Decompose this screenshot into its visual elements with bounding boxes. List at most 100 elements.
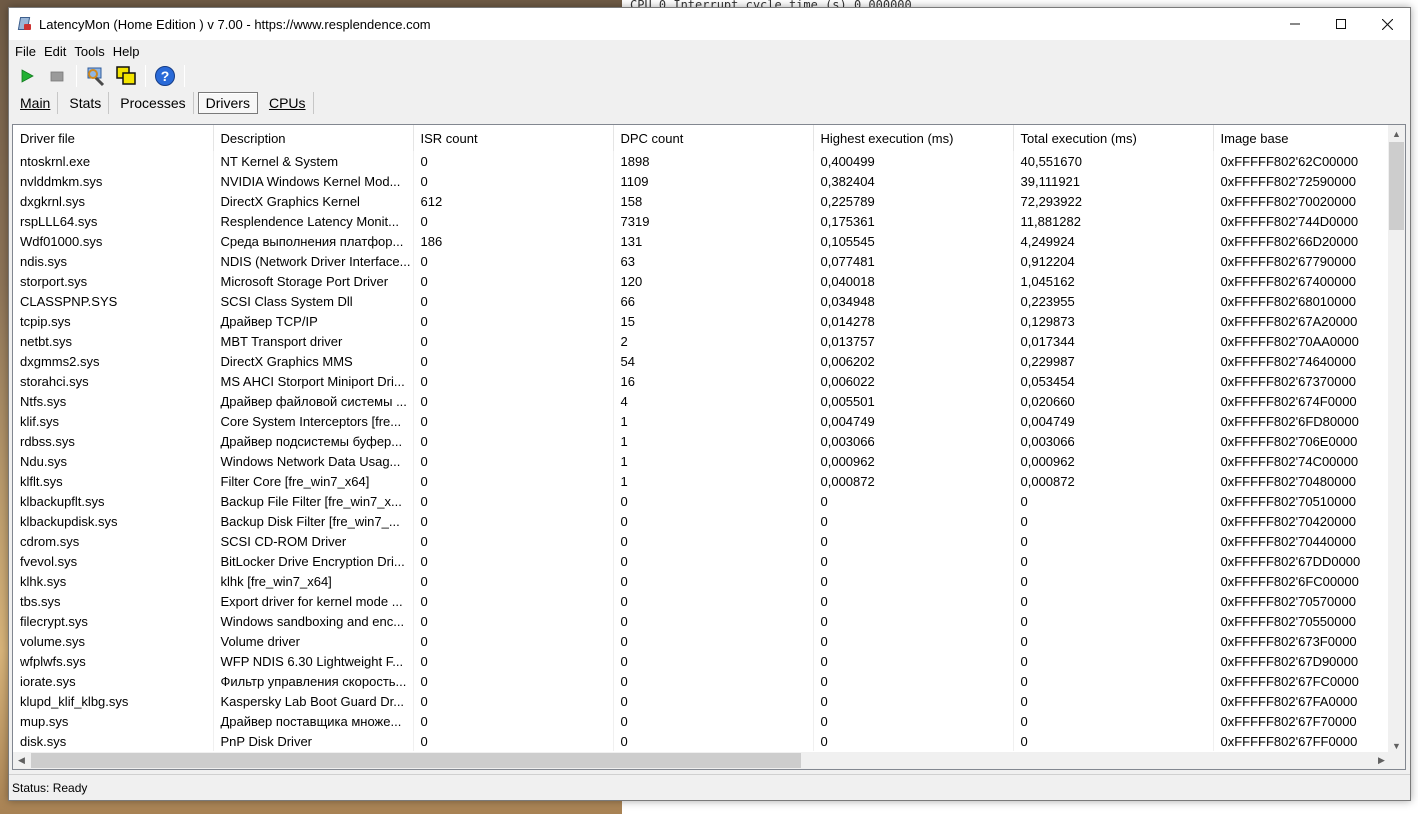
table-cell: 0xFFFFF802'74C00000 — [1213, 451, 1391, 471]
status-bar: Status: Ready — [9, 774, 1410, 800]
menu-tools[interactable]: Tools — [70, 44, 108, 59]
table-row[interactable]: CLASSPNP.SYS SCSI Class System Dll 0 66 0,03… — [13, 291, 1391, 311]
column-header[interactable]: DPC count — [613, 125, 814, 151]
table-row[interactable]: nvlddmkm.sys NVIDIA Windows Kernel Mod...… — [13, 171, 1391, 191]
horizontal-scrollbar[interactable]: ◀ ▶ — [13, 752, 1390, 769]
table-cell: 0 — [413, 531, 614, 551]
table-cell: tcpip.sys — [13, 311, 214, 331]
table-cell: 0 — [1013, 571, 1214, 591]
table-cell: 0 — [413, 431, 614, 451]
table-row[interactable]: tbs.sys Export driver for kernel mode ...… — [13, 591, 1391, 611]
table-cell: 0,000872 — [813, 471, 1014, 491]
table-row[interactable]: volume.sys Volume driver 0 0 0 0 0xFFFFF802'67… — [13, 631, 1391, 651]
stop-button[interactable] — [43, 63, 71, 89]
table-row[interactable]: klflt.sys Filter Core [fre_win7_x64] 0 1 0,0… — [13, 471, 1391, 491]
drivers-list[interactable]: Driver file Description ISR count DPC count… — [12, 124, 1406, 770]
table-cell: 0 — [613, 571, 814, 591]
table-cell: 0 — [413, 711, 614, 731]
table-cell: iorate.sys — [13, 671, 214, 691]
column-header[interactable]: ISR count — [413, 125, 614, 151]
table-row[interactable]: Ntfs.sys Драйвер файловой системы ... 0 4 0,… — [13, 391, 1391, 411]
table-cell: 0,017344 — [1013, 331, 1214, 351]
inspect-button[interactable] — [82, 63, 110, 89]
menu-file[interactable]: File — [11, 44, 40, 59]
table-row[interactable]: iorate.sys Фильтр управления скорость... 0… — [13, 671, 1391, 691]
table-row[interactable]: wfplwfs.sys WFP NDIS 6.30 Lightweight F..… — [13, 651, 1391, 671]
title-bar[interactable]: LatencyMon (Home Edition ) v 7.00 - http… — [9, 8, 1410, 40]
table-row[interactable]: klhk.sys klhk [fre_win7_x64] 0 0 0 0 0xFFFFF80… — [13, 571, 1391, 591]
table-cell: mup.sys — [13, 711, 214, 731]
table-cell: 63 — [613, 251, 814, 271]
table-row[interactable]: klbackupflt.sys Backup File Filter [fre_w… — [13, 491, 1391, 511]
close-button[interactable] — [1364, 8, 1410, 40]
table-cell: ndis.sys — [13, 251, 214, 271]
maximize-button[interactable] — [1318, 8, 1364, 40]
table-cell: 0 — [813, 691, 1014, 711]
menu-help[interactable]: Help — [109, 44, 144, 59]
tab-processes[interactable]: Processes — [113, 92, 194, 114]
table-cell: tbs.sys — [13, 591, 214, 611]
table-cell: 0 — [413, 371, 614, 391]
table-cell: SCSI CD-ROM Driver — [213, 531, 414, 551]
table-row[interactable]: tcpip.sys Драйвер TCP/IP 0 15 0,014278 0,1298… — [13, 311, 1391, 331]
table-cell: Backup File Filter [fre_win7_x... — [213, 491, 414, 511]
table-cell: Ntfs.sys — [13, 391, 214, 411]
table-row[interactable]: ntoskrnl.exe NT Kernel & System 0 1898 0,400… — [13, 151, 1391, 171]
table-cell: 15 — [613, 311, 814, 331]
table-cell: 186 — [413, 231, 614, 251]
svg-text:?: ? — [161, 68, 170, 84]
table-row[interactable]: storport.sys Microsoft Storage Port Drive… — [13, 271, 1391, 291]
column-header[interactable]: Description — [213, 125, 414, 151]
table-row[interactable]: ndis.sys NDIS (Network Driver Interface..… — [13, 251, 1391, 271]
table-row[interactable]: klupd_klif_klbg.sys Kaspersky Lab Boot Gu… — [13, 691, 1391, 711]
menu-edit[interactable]: Edit — [40, 44, 70, 59]
column-header[interactable]: Total execution (ms) — [1013, 125, 1214, 151]
table-cell: SCSI Class System Dll — [213, 291, 414, 311]
app-icon — [17, 16, 33, 32]
table-cell: 0 — [413, 571, 614, 591]
table-cell: 0,005501 — [813, 391, 1014, 411]
table-cell: 0xFFFFF802'67D90000 — [1213, 651, 1391, 671]
table-row[interactable]: klbackupdisk.sys Backup Disk Filter [fre_… — [13, 511, 1391, 531]
start-button[interactable] — [13, 63, 41, 89]
table-row[interactable]: storahci.sys MS AHCI Storport Miniport Dr… — [13, 371, 1391, 391]
table-row[interactable]: disk.sys PnP Disk Driver 0 0 0 0 0xFFFFF802'67… — [13, 731, 1391, 751]
scroll-up-button[interactable]: ▲ — [1388, 125, 1405, 142]
tab-main[interactable]: Main — [13, 92, 59, 114]
tab-cpus[interactable]: CPUs — [262, 92, 314, 114]
vertical-scrollbar[interactable]: ▲ ▼ — [1388, 125, 1405, 754]
help-button[interactable]: ? — [151, 63, 179, 89]
column-header[interactable]: Highest execution (ms) — [813, 125, 1014, 151]
horizontal-scroll-thumb[interactable] — [31, 753, 801, 768]
table-cell: 0xFFFFF802'67FC0000 — [1213, 671, 1391, 691]
table-row[interactable]: dxgkrnl.sys DirectX Graphics Kernel 612 158… — [13, 191, 1391, 211]
table-row[interactable]: mup.sys Драйвер поставщика множе... 0 0 0 0 0x… — [13, 711, 1391, 731]
table-row[interactable]: rdbss.sys Драйвер подсистемы буфер... 0 1 0,… — [13, 431, 1391, 451]
table-cell: disk.sys — [13, 731, 214, 751]
table-row[interactable]: rspLLL64.sys Resplendence Latency Monit..… — [13, 211, 1391, 231]
table-cell: 0xFFFFF802'70440000 — [1213, 531, 1391, 551]
tab-drivers[interactable]: Drivers — [197, 92, 258, 114]
table-cell: klflt.sys — [13, 471, 214, 491]
table-row[interactable]: fvevol.sys BitLocker Drive Encryption Dri… — [13, 551, 1391, 571]
table-cell: 0xFFFFF802'66D20000 — [1213, 231, 1391, 251]
column-header[interactable]: Driver file — [13, 125, 214, 151]
table-row[interactable]: cdrom.sys SCSI CD-ROM Driver 0 0 0 0 0xFFFFF80… — [13, 531, 1391, 551]
table-cell: 0 — [813, 731, 1014, 751]
windows-button[interactable] — [112, 63, 140, 89]
table-cell: Resplendence Latency Monit... — [213, 211, 414, 231]
table-row[interactable]: netbt.sys MBT Transport driver 0 2 0,013757 0… — [13, 331, 1391, 351]
table-cell: 4 — [613, 391, 814, 411]
table-row[interactable]: Wdf01000.sys Среда выполнения платфор... 1… — [13, 231, 1391, 251]
vertical-scroll-thumb[interactable] — [1389, 142, 1404, 230]
table-cell: klbackupdisk.sys — [13, 511, 214, 531]
table-row[interactable]: Ndu.sys Windows Network Data Usag... 0 1 0,0… — [13, 451, 1391, 471]
scroll-left-button[interactable]: ◀ — [13, 752, 30, 769]
table-row[interactable]: klif.sys Core System Interceptors [fre...… — [13, 411, 1391, 431]
table-row[interactable]: dxgmms2.sys DirectX Graphics MMS 0 54 0,0062… — [13, 351, 1391, 371]
table-row[interactable]: filecrypt.sys Windows sandboxing and enc.… — [13, 611, 1391, 631]
column-header[interactable]: Image base — [1213, 125, 1391, 151]
table-cell: 16 — [613, 371, 814, 391]
tab-stats[interactable]: Stats — [62, 92, 110, 114]
minimize-button[interactable] — [1272, 8, 1318, 40]
